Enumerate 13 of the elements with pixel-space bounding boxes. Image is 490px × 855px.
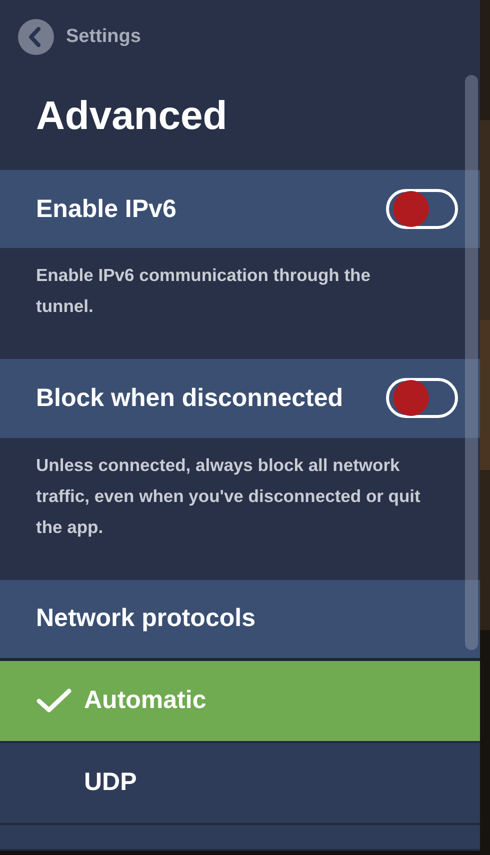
protocol-option[interactable]: UDP — [0, 742, 480, 825]
setting-description: Enable IPv6 communication through the tunnel. — [36, 264, 372, 318]
setting-label: Block when disconnected — [36, 384, 344, 413]
section-title: Network protocols — [36, 604, 256, 634]
page-title: Advanced — [35, 93, 228, 140]
back-label[interactable]: Settings — [66, 26, 141, 48]
scrollbar[interactable] — [465, 75, 478, 650]
setting-label: Enable IPv6 — [36, 194, 176, 224]
setting-description: Unless connected, always block all network traffic, even when you've disconnected or quit the app. — [36, 454, 422, 539]
checkmark-icon — [36, 688, 72, 714]
toggle-switch[interactable] — [386, 189, 458, 230]
toggle-switch[interactable] — [386, 378, 458, 418]
back-button[interactable]: Settings — [18, 18, 141, 55]
